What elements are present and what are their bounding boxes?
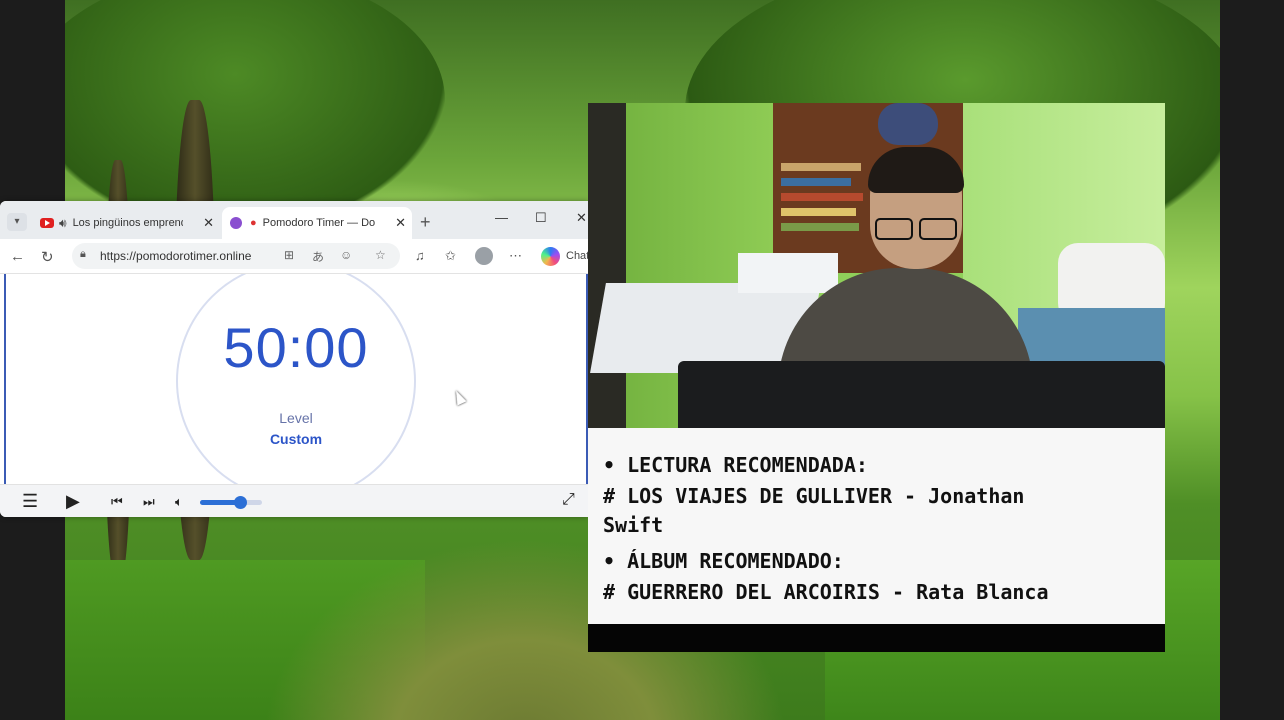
book [781,193,863,201]
profile-avatar[interactable] [475,247,493,265]
recommendations-panel: • LECTURA RECOMENDADA: # LOS VIAJES DE G… [588,428,1165,624]
volume-slider[interactable] [200,496,262,509]
bottom-black-strip [588,624,1165,652]
tab-list-chevron-icon[interactable]: ▾ [7,213,27,231]
timer-display: 50:00 [223,316,369,379]
book [781,163,861,171]
fullscreen-icon[interactable]: ⤢ [562,491,575,509]
menu-icon[interactable]: ☰ [22,491,38,512]
book [781,178,851,186]
browser-window: ▾ 🔊︎ Los pingüinos emprend ✕ ● Pomodoro … [0,201,588,517]
emoji-icon[interactable]: ☺ [340,248,352,262]
volume-knob[interactable] [234,496,248,509]
media-player-bar: ☰ ▶ ⏮ ⏭ 🔈︎ ⤢ [0,484,588,517]
tab-label: Los pingüinos emprend [72,217,183,229]
reload-icon[interactable]: ↻ [41,248,54,266]
monitor [678,361,1165,428]
book [781,208,856,216]
close-tab-icon[interactable]: ✕ [395,215,406,231]
tab-youtube[interactable]: 🔊︎ Los pingüinos emprend ✕ [36,207,220,239]
reading-item-line1: # LOS VIAJES DE GULLIVER - Jonathan [603,484,1025,508]
star-icon[interactable]: ☆ [375,248,386,262]
reading-item-line2: Swift [603,513,664,537]
level-label: Level [279,410,313,426]
favorites-icon[interactable]: ✩ [445,248,456,264]
lock-icon[interactable]: 🔒︎ [80,248,86,261]
apps-icon[interactable]: ⊞ [284,248,294,262]
translate-icon[interactable]: あ [312,248,324,265]
tab-bar: ▾ 🔊︎ Los pingüinos emprend ✕ ● Pomodoro … [0,201,588,239]
next-icon[interactable]: ⏭ [143,494,155,510]
more-icon[interactable]: ⋯ [509,248,522,264]
close-window-icon[interactable]: ✕ [576,210,587,226]
address-bar: ← ↻ 🔒︎ https://pomodorotimer.online ⊞ あ … [0,239,588,274]
media-icon[interactable]: ♫ [415,248,425,263]
maximize-icon[interactable]: ☐ [535,210,547,226]
webcam-feed [588,103,1165,428]
glasses [875,218,957,240]
album-heading: • ÁLBUM RECOMENDADO: [603,549,844,573]
tab-label: Pomodoro Timer — Do n [262,217,378,229]
play-icon[interactable]: ▶ [66,491,80,512]
tomato-icon: ● [250,217,257,229]
timer-dial[interactable]: 50:00 Level Custom [176,274,416,484]
back-icon[interactable]: ← [10,248,25,265]
volume-icon[interactable]: 🔈︎ [175,494,183,510]
minimize-icon[interactable]: — [495,210,508,225]
chat-button[interactable]: Chat [566,250,588,262]
close-tab-icon[interactable]: ✕ [203,215,214,231]
copilot-icon[interactable] [541,247,560,266]
clock-icon [230,217,242,229]
tab-pomodoro[interactable]: ● Pomodoro Timer — Do n ✕ [222,207,412,239]
youtube-icon [40,218,54,228]
reading-heading: • LECTURA RECOMENDADA: [603,453,868,477]
url-text: https://pomodorotimer.online [100,249,252,263]
book [781,223,859,231]
dark-edge [588,103,626,428]
url-field[interactable]: 🔒︎ https://pomodorotimer.online ⊞ あ ☺ ☆ [72,243,400,269]
new-tab-icon[interactable]: + [420,212,431,233]
plush-toy [878,103,938,145]
previous-icon[interactable]: ⏮ [111,494,123,510]
mouse-cursor [451,388,467,406]
level-value[interactable]: Custom [178,431,414,447]
speaker-icon[interactable]: 🔊︎ [59,216,67,231]
bed [1018,308,1165,368]
album-item: # GUERRERO DEL ARCOIRIS - Rata Blanca [603,580,1049,604]
timer-page: 50:00 Level Custom [4,274,588,484]
papers [738,253,838,293]
